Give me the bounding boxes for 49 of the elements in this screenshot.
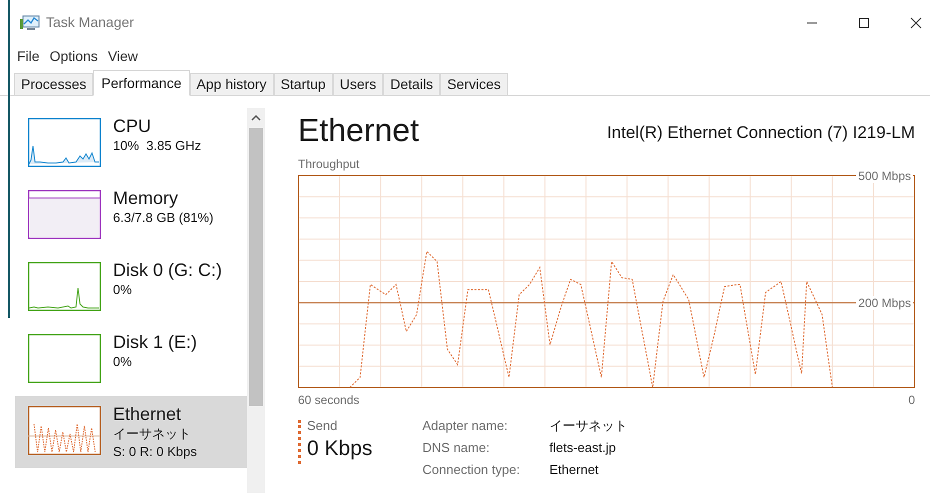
detail-value: イーサネット bbox=[549, 417, 628, 435]
tab[interactable]: Startup bbox=[274, 73, 333, 96]
item-name: Disk 1 (E:) bbox=[113, 331, 198, 353]
item-name: Memory bbox=[113, 187, 180, 209]
detail-label: Adapter name: bbox=[422, 417, 509, 435]
device-name: Intel(R) Ethernet Connection (7) I219-LM bbox=[606, 122, 915, 144]
menu-item[interactable]: File bbox=[14, 46, 43, 66]
axis-label: 500 Mbps bbox=[856, 168, 913, 182]
axis-label: 60 seconds bbox=[298, 392, 360, 408]
sidebar-item[interactable]: Disk 0 (G: C:) 0% bbox=[15, 252, 247, 324]
chart-title: Throughput bbox=[298, 156, 360, 172]
tab[interactable]: Processes bbox=[14, 73, 94, 96]
scroll-up-icon[interactable] bbox=[251, 114, 261, 122]
item-detail: S: 0 R: 0 Kbps bbox=[113, 443, 197, 461]
sidebar-item[interactable]: Disk 1 (E:) 0% bbox=[15, 324, 247, 396]
sidebar-item[interactable]: Memory 6.3/7.8 GB (81%) bbox=[15, 180, 247, 252]
send-indicator bbox=[298, 420, 301, 464]
item-detail: 0% bbox=[113, 281, 133, 299]
item-name: Ethernet bbox=[113, 403, 182, 425]
sidebar-item[interactable]: CPU 10% 3.85 GHz bbox=[15, 108, 247, 180]
item-detail: 10% 3.85 GHz bbox=[113, 137, 202, 155]
item-detail: 0% bbox=[113, 353, 133, 371]
close-icon[interactable] bbox=[910, 16, 922, 28]
tab[interactable]: App history bbox=[190, 73, 274, 96]
scrollbar[interactable] bbox=[247, 108, 265, 493]
detail-value: Ethernet bbox=[549, 461, 600, 479]
tab[interactable]: Users bbox=[332, 73, 384, 96]
menu-item[interactable]: Options bbox=[46, 46, 101, 66]
item-detail: 6.3/7.8 GB (81%) bbox=[113, 209, 214, 227]
axis-label: 0 bbox=[908, 392, 915, 408]
detail-value: flets-east.jp bbox=[549, 439, 617, 457]
tab[interactable]: Details bbox=[383, 73, 440, 96]
send-label: Send bbox=[307, 418, 338, 434]
item-detail: イーサネット bbox=[113, 425, 192, 443]
tab[interactable]: Performance bbox=[93, 70, 190, 96]
detail-label: Connection type: bbox=[422, 461, 521, 479]
scrollbar-thumb[interactable] bbox=[249, 128, 263, 406]
tab[interactable]: Services bbox=[440, 73, 508, 96]
panel-title: Ethernet bbox=[298, 112, 419, 148]
window-title: Task Manager bbox=[46, 13, 134, 32]
item-name: CPU bbox=[113, 115, 152, 137]
detail-label: DNS name: bbox=[422, 439, 491, 457]
sidebar-item[interactable]: Ethernet イーサネット S: 0 R: 0 Kbps bbox=[15, 396, 247, 468]
menu-item[interactable]: View bbox=[104, 46, 141, 66]
item-name: Disk 0 (G: C:) bbox=[113, 259, 222, 281]
app-icon bbox=[20, 14, 40, 32]
maximize-icon[interactable] bbox=[858, 16, 870, 28]
axis-label: 200 Mbps bbox=[856, 296, 913, 310]
send-value: 0 Kbps bbox=[307, 436, 372, 462]
